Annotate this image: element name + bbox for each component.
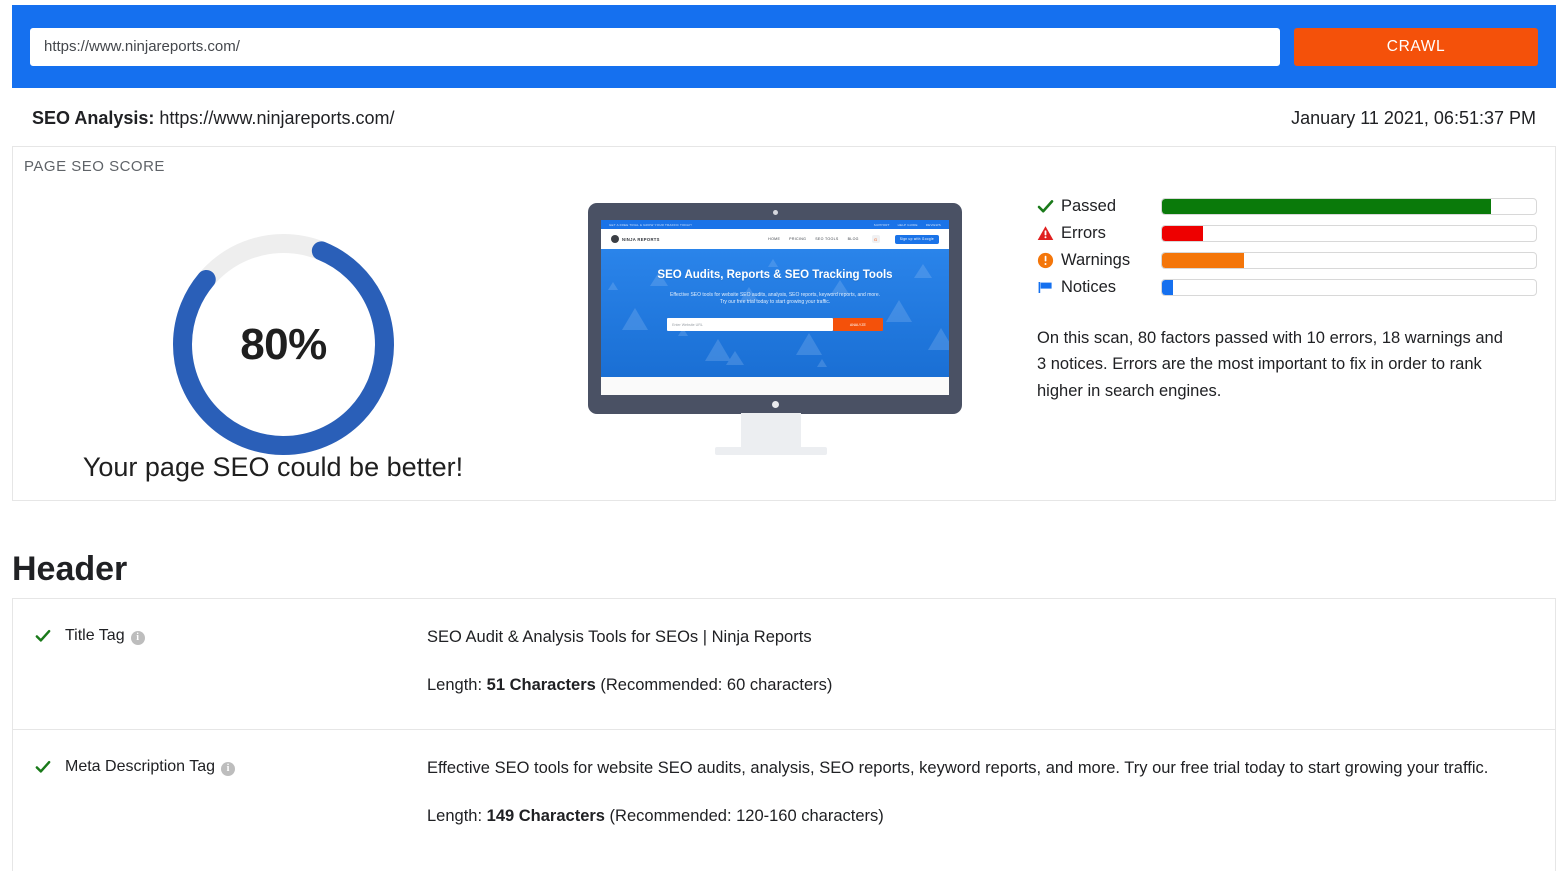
stat-text-warnings: Warnings xyxy=(1061,251,1131,269)
check-icon xyxy=(1037,198,1054,215)
analysis-timestamp: January 11 2021, 06:51:37 PM xyxy=(1291,107,1536,128)
preview-topbar: GET A FREE TRIAL & GROW YOUR TRAFFIC TOD… xyxy=(601,220,949,229)
page-title: SEO Analysis: https://www.ninjareports.c… xyxy=(32,108,395,129)
check-icon xyxy=(35,627,51,647)
preview-hero-form: Enter Website URL ANALYZE xyxy=(667,318,883,332)
factor-name-title-tag: Title Tag i xyxy=(35,625,427,703)
factor-detail-title-tag: SEO Audit & Analysis Tools for SEOs | Ni… xyxy=(427,625,1533,703)
page-seo-score-card: PAGE SEO SCORE 80% Your page SEO could b… xyxy=(12,146,1556,501)
factor-detail-meta-description-tag: Effective SEO tools for website SEO audi… xyxy=(427,756,1533,833)
scan-stats: Passed Errors Warnings Notices On this s… xyxy=(1037,193,1537,404)
length-value: 51 Characters xyxy=(486,675,596,694)
stat-label-errors: Errors xyxy=(1037,224,1161,243)
factor-length: Length: 149 Characters (Recommended: 120… xyxy=(427,807,1533,826)
seo-score-gauge: 80% xyxy=(161,222,406,467)
factor-label: Title Tag i xyxy=(65,627,145,645)
crawl-button[interactable]: CRAWL xyxy=(1294,27,1538,66)
monitor-camera-dot xyxy=(772,210,778,215)
preview-brand-logos: TEDx BIBIC Forbes Entrepreneur USA THE H… xyxy=(601,377,949,395)
length-prefix: Length: xyxy=(427,675,487,694)
preview-link-support: SUPPORT xyxy=(873,222,890,227)
factor-label-text: Meta Description Tag xyxy=(65,758,215,775)
factor-name-meta-description-tag: Meta Description Tag i xyxy=(35,756,427,833)
progress-bar-errors xyxy=(1161,225,1537,242)
progress-fill-errors xyxy=(1162,226,1204,241)
stat-label-notices: Notices xyxy=(1037,278,1161,297)
preview-nav-blog: BLOG xyxy=(847,237,859,241)
progress-bar-passed xyxy=(1161,198,1537,215)
warning-triangle-icon xyxy=(1037,225,1054,242)
stat-text-notices: Notices xyxy=(1061,278,1117,296)
table-row: Meta Description Tag i Effective SEO tool… xyxy=(13,729,1555,859)
factor-value: SEO Audit & Analysis Tools for SEOs | Ni… xyxy=(427,628,812,646)
site-preview-monitor: GET A FREE TRIAL & GROW YOUR TRAFFIC TOD… xyxy=(577,203,965,455)
stat-label-passed: Passed xyxy=(1037,197,1161,216)
preview-logo: NINJA REPORTS xyxy=(611,235,660,243)
factor-value: Effective SEO tools for website SEO audi… xyxy=(427,759,1489,777)
header-factors-card: Title Tag i SEO Audit & Analysis Tools fo… xyxy=(12,598,1556,871)
preview-hero-input: Enter Website URL xyxy=(667,318,833,332)
stat-row-errors: Errors xyxy=(1037,220,1537,247)
preview-hero-subtitle: Effective SEO tools for website SEO audi… xyxy=(670,291,880,306)
progress-fill-warnings xyxy=(1162,253,1245,268)
url-input[interactable] xyxy=(30,27,1280,66)
length-prefix: Length: xyxy=(427,806,487,825)
factor-label-text: Title Tag xyxy=(65,627,125,644)
stat-row-notices: Notices xyxy=(1037,274,1537,301)
exclamation-circle-icon xyxy=(1037,252,1054,269)
section-title-header: Header xyxy=(12,549,128,588)
score-caption: Your page SEO could be better! xyxy=(82,452,464,482)
length-suffix: (Recommended: 120-160 characters) xyxy=(604,806,884,825)
factor-length: Length: 51 Characters (Recommended: 60 c… xyxy=(427,676,1533,695)
info-icon[interactable]: i xyxy=(221,761,235,776)
table-row: Title Tag i SEO Audit & Analysis Tools fo… xyxy=(13,599,1555,729)
monitor-led-dot xyxy=(771,401,779,408)
preview-link-reviews: REVIEWS xyxy=(925,222,941,227)
preview-link-helpguide: HELP GUIDE xyxy=(897,222,918,227)
preview-topbar-promo: GET A FREE TRIAL & GROW YOUR TRAFFIC TOD… xyxy=(609,222,693,227)
analysis-url: https://www.ninjareports.com/ xyxy=(159,107,395,128)
analysis-label: SEO Analysis: xyxy=(32,107,155,128)
preview-nav-home: HOME xyxy=(768,237,781,241)
preview-hero-analyze-button: ANALYZE xyxy=(832,318,883,332)
google-icon: G xyxy=(871,235,880,243)
progress-fill-passed xyxy=(1162,199,1492,214)
crawl-bar: CRAWL xyxy=(12,5,1556,88)
progress-fill-notices xyxy=(1162,280,1174,295)
score-percent-text: 80% xyxy=(240,319,327,369)
preview-navbar: NINJA REPORTS HOME PRICING SEO TOOLS BLO… xyxy=(601,229,949,249)
stat-text-passed: Passed xyxy=(1061,197,1117,215)
monitor-frame: GET A FREE TRIAL & GROW YOUR TRAFFIC TOD… xyxy=(588,203,962,414)
monitor-stand-neck xyxy=(741,413,801,449)
preview-nav-links: HOME PRICING SEO TOOLS BLOG G Sign up wi… xyxy=(768,234,939,244)
preview-logo-text: NINJA REPORTS xyxy=(622,236,660,242)
preview-signup-button: Sign up with Google xyxy=(894,234,939,244)
preview-topbar-links: SUPPORT HELP GUIDE REVIEWS xyxy=(874,223,941,227)
progress-bar-notices xyxy=(1161,279,1537,296)
check-icon xyxy=(35,758,51,778)
stat-text-errors: Errors xyxy=(1061,224,1106,242)
monitor-stand-base xyxy=(715,447,827,455)
score-card-label: PAGE SEO SCORE xyxy=(24,158,165,175)
flag-icon xyxy=(1037,279,1054,296)
scan-summary-text: On this scan, 80 factors passed with 10 … xyxy=(1037,329,1503,400)
preview-hero-title: SEO Audits, Reports & SEO Tracking Tools xyxy=(657,269,893,281)
factor-label: Meta Description Tag i xyxy=(65,758,235,776)
stat-label-warnings: Warnings xyxy=(1037,251,1161,270)
monitor-screen: GET A FREE TRIAL & GROW YOUR TRAFFIC TOD… xyxy=(601,220,949,395)
stat-row-passed: Passed xyxy=(1037,193,1537,220)
analysis-header: SEO Analysis: https://www.ninjareports.c… xyxy=(0,96,1568,140)
info-icon[interactable]: i xyxy=(130,630,145,645)
preview-nav-seotools: SEO TOOLS xyxy=(815,237,839,241)
stat-row-warnings: Warnings xyxy=(1037,247,1537,274)
preview-hero: SEO Audits, Reports & SEO Tracking Tools… xyxy=(601,249,949,377)
progress-bar-warnings xyxy=(1161,252,1537,269)
length-suffix: (Recommended: 60 characters) xyxy=(595,675,833,694)
ninja-logo-icon xyxy=(611,235,619,243)
preview-nav-pricing: PRICING xyxy=(789,237,807,241)
length-value: 149 Characters xyxy=(486,806,605,825)
